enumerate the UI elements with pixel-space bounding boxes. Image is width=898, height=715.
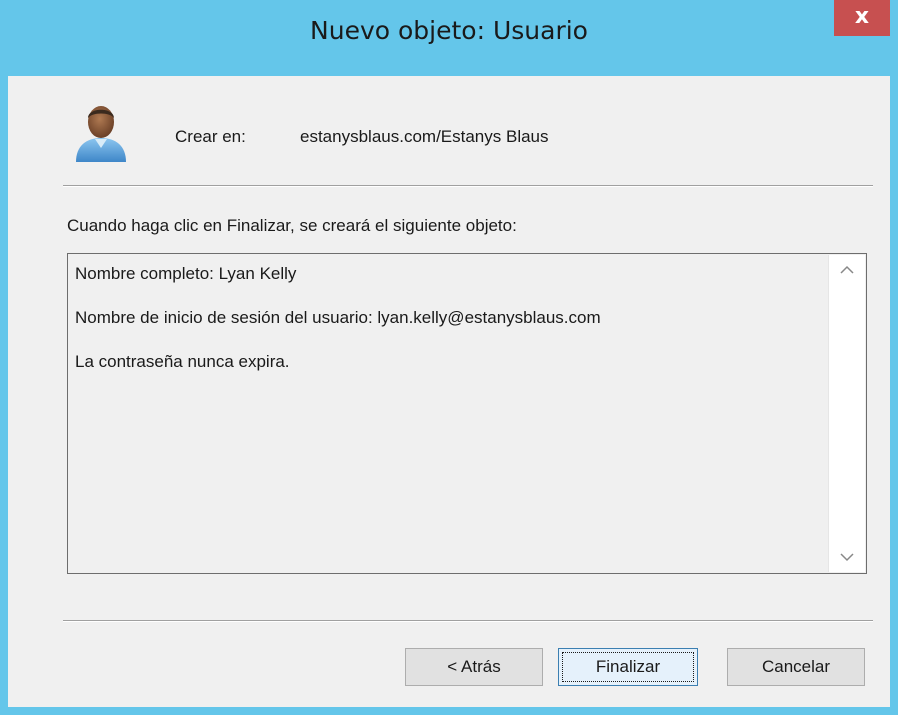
create-in-label: Crear en:: [175, 127, 246, 146]
close-button[interactable]: x: [834, 0, 890, 36]
summary-textbox[interactable]: Nombre completo: Lyan Kelly Nombre de in…: [67, 253, 867, 574]
cancel-button[interactable]: Cancelar: [727, 648, 865, 686]
summary-line-full-name: Nombre completo: Lyan Kelly: [75, 264, 297, 283]
create-in-path: estanysblaus.com/Estanys Blaus: [300, 127, 549, 146]
summary-line-logon-name: Nombre de inicio de sesión del usuario: …: [75, 308, 601, 327]
summary-line-password: La contraseña nunca expira.: [75, 352, 290, 371]
dialog-body: Crear en: estanysblaus.com/Estanys Blaus…: [8, 76, 890, 707]
close-icon: x: [854, 4, 870, 29]
finish-button[interactable]: Finalizar: [558, 648, 698, 686]
scroll-up-icon[interactable]: [829, 255, 865, 285]
dialog-window: Nuevo objeto: Usuario x Crear en: estany…: [0, 0, 898, 715]
window-title: Nuevo objeto: Usuario: [310, 16, 588, 45]
vertical-scrollbar[interactable]: [828, 255, 865, 572]
focus-rectangle: [562, 652, 694, 682]
summary-intro-text: Cuando haga clic en Finalizar, se creará…: [67, 216, 517, 235]
summary-content: Nombre completo: Lyan Kelly Nombre de in…: [75, 264, 815, 396]
user-icon: [76, 106, 126, 162]
title-bar[interactable]: Nuevo objeto: Usuario x: [0, 0, 898, 76]
back-button[interactable]: < Atrás: [405, 648, 543, 686]
scroll-down-icon[interactable]: [829, 542, 865, 572]
footer-divider: [63, 620, 873, 622]
header-divider: [63, 185, 873, 187]
